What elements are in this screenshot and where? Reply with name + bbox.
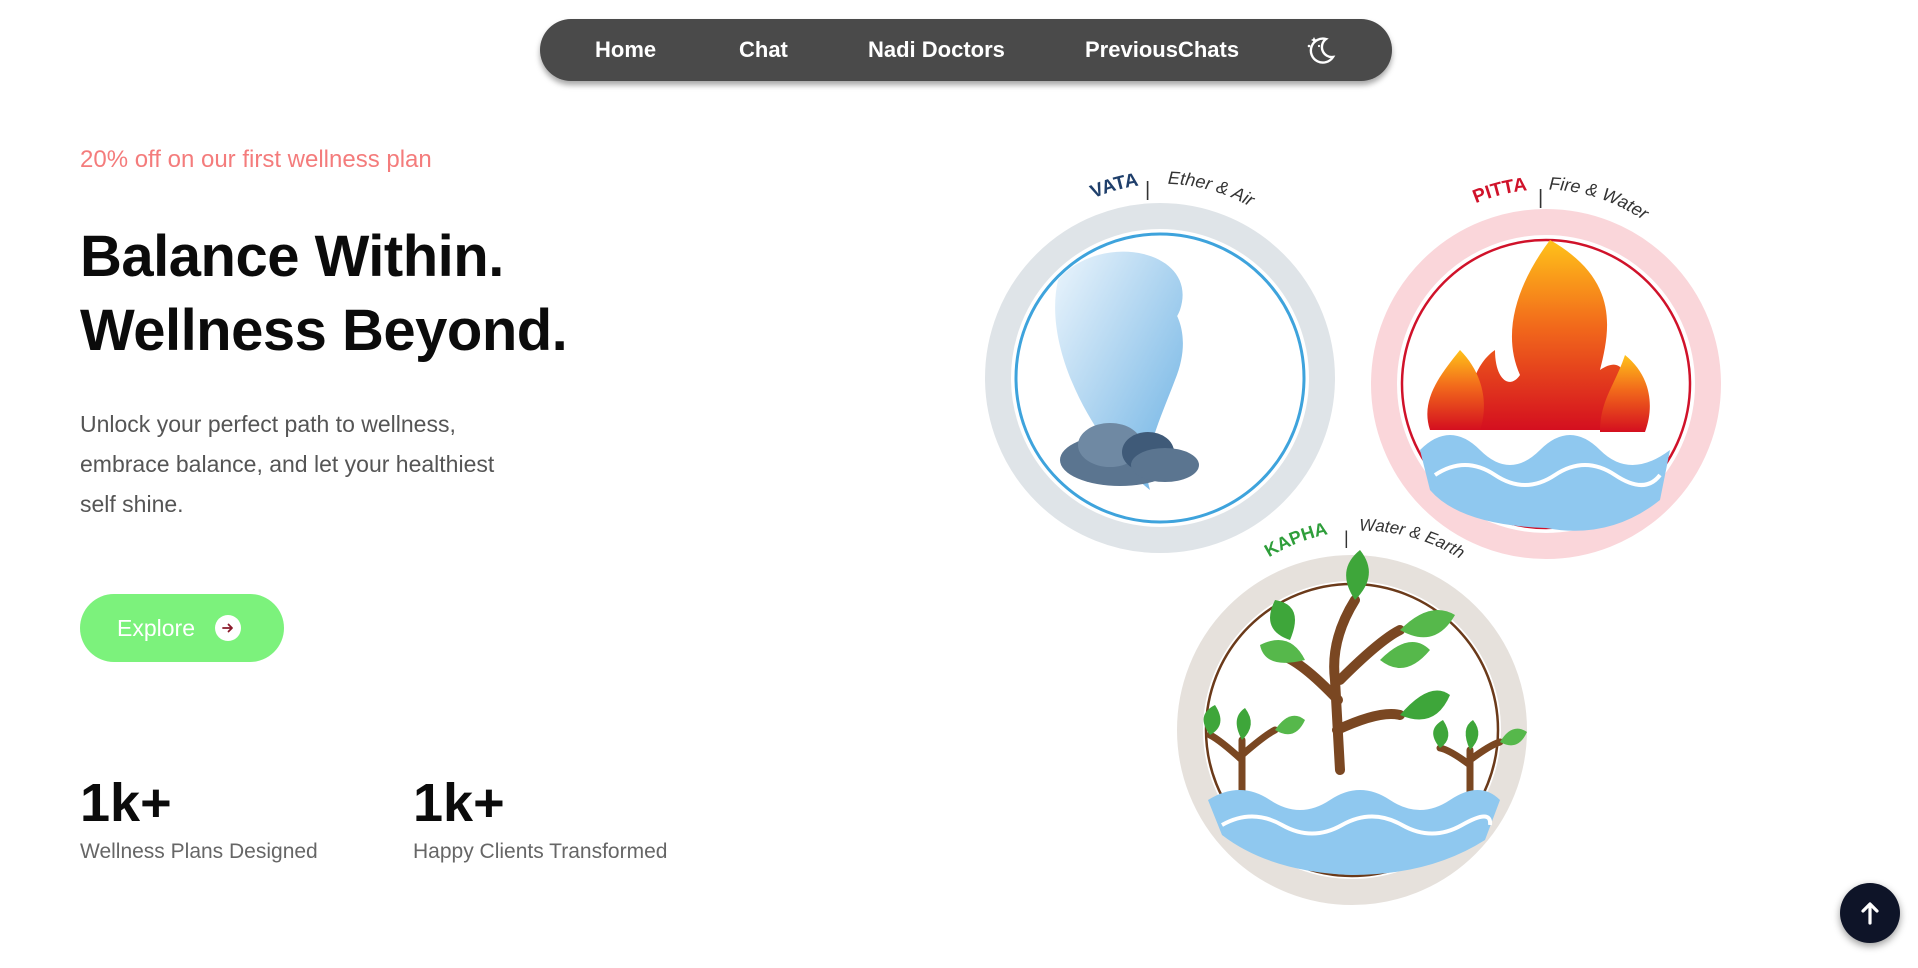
offer-text: 20% off on our first wellness plan (80, 146, 432, 173)
dosha-illustration: VATA Ether & Air | PITTA Fire & Water | (985, 168, 1721, 905)
tagline-line-1: Unlock your perfect path to wellness, (80, 411, 456, 437)
kapha-name: KAPHA (1261, 518, 1329, 560)
nav-home[interactable]: Home (595, 19, 656, 81)
stat-label-clients: Happy Clients Transformed (413, 840, 668, 863)
vata-badge: VATA Ether & Air | (985, 168, 1335, 553)
stat-value-clients: 1k+ (413, 773, 505, 833)
top-navbar: Home Chat Nadi Doctors PreviousChats (540, 19, 1392, 81)
hero-tagline: Unlock your perfect path to wellness, em… (80, 404, 600, 524)
headline-line-1: Balance Within. (80, 224, 504, 289)
svg-text:PITTA: PITTA (1470, 174, 1528, 208)
nav-nadi-doctors[interactable]: Nadi Doctors (868, 19, 1005, 81)
explore-label: Explore (117, 614, 195, 641)
vata-name: VATA (1087, 170, 1140, 203)
arrow-right-circle-icon (214, 615, 241, 641)
hero-headline: Balance Within. Wellness Beyond. (80, 220, 568, 368)
arrow-up-icon (1861, 902, 1879, 925)
pitta-badge: PITTA Fire & Water | (1371, 173, 1721, 559)
tagline-line-3: self shine. (80, 491, 184, 517)
kapha-badge: KAPHA Water & Earth | (1177, 516, 1527, 905)
pitta-name: PITTA (1470, 174, 1528, 208)
explore-button[interactable]: Explore (80, 594, 284, 662)
svg-text:|: | (1538, 187, 1543, 209)
svg-text:|: | (1145, 179, 1150, 201)
stat-value-plans: 1k+ (80, 773, 172, 833)
tagline-line-2: embrace balance, and let your healthiest (80, 451, 495, 477)
headline-line-2: Wellness Beyond. (80, 298, 568, 363)
moon-stars-icon[interactable] (1304, 33, 1338, 67)
scroll-to-top-button[interactable] (1840, 883, 1900, 943)
svg-text:KAPHA: KAPHA (1261, 518, 1329, 560)
nav-chat[interactable]: Chat (739, 19, 788, 81)
svg-text:|: | (1344, 528, 1349, 548)
svg-text:VATA: VATA (1087, 170, 1140, 203)
stat-label-plans: Wellness Plans Designed (80, 840, 318, 863)
nav-previous-chats[interactable]: PreviousChats (1085, 19, 1239, 81)
